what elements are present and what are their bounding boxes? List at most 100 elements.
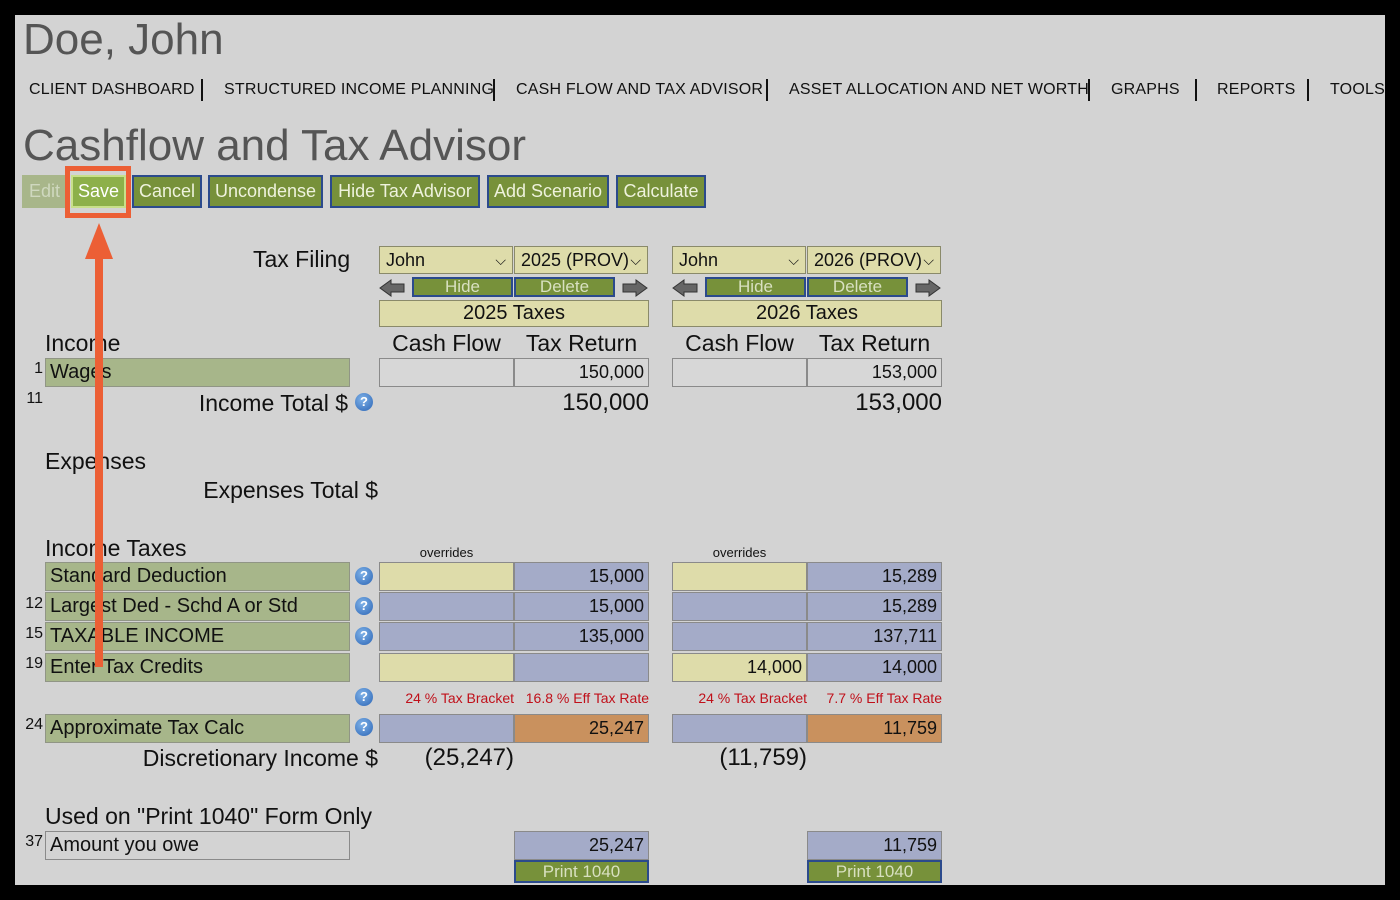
nav-reports[interactable]: REPORTS xyxy=(1217,81,1295,99)
scenario1-delete-button[interactable]: Delete xyxy=(514,277,615,297)
column-tax-return: Tax Return xyxy=(818,330,931,356)
scenario1-income-total: 150,000 xyxy=(562,389,649,416)
nav-divider xyxy=(766,79,768,101)
scenario2-std-ded-override[interactable] xyxy=(672,562,807,591)
scenario2-credits: 14,000 xyxy=(807,653,942,682)
scenario1-discretionary-income: (25,247) xyxy=(424,744,514,771)
scenario1-person-select[interactable]: John ⌵ xyxy=(379,246,513,274)
line-number: 24 xyxy=(25,716,43,733)
help-icon[interactable]: ? xyxy=(355,567,373,585)
help-icon[interactable]: ? xyxy=(355,688,373,706)
scenario2-std-ded: 15,289 xyxy=(807,562,942,591)
scenario1-largest-ded: 15,000 xyxy=(514,592,649,621)
nav-graphs[interactable]: GRAPHS xyxy=(1111,81,1180,99)
tax-filing-label: Tax Filing xyxy=(253,246,351,272)
scenario1-amount-owe: 25,247 xyxy=(514,831,649,860)
scenario2-credits-cashflow[interactable]: 14,000 xyxy=(672,653,807,682)
line-number: 12 xyxy=(25,595,43,612)
scenario1-approx-tax-cashflow xyxy=(379,714,514,743)
nav-divider xyxy=(201,79,203,101)
nav-client-dashboard[interactable]: CLIENT DASHBOARD xyxy=(29,81,195,99)
nav-divider xyxy=(1195,79,1197,101)
line-number: 19 xyxy=(25,655,43,672)
scenario1-next-arrow-icon[interactable] xyxy=(622,278,648,298)
chevron-down-icon: ⌵ xyxy=(923,252,934,268)
scenario2-person-select[interactable]: John ⌵ xyxy=(672,246,806,274)
nav-divider xyxy=(1088,79,1090,101)
scenario1-wages-cashflow[interactable] xyxy=(379,358,514,387)
discretionary-income-label: Discretionary Income $ xyxy=(142,745,378,771)
scenario2-wages-taxreturn[interactable]: 153,000 xyxy=(807,358,942,387)
help-icon[interactable]: ? xyxy=(355,627,373,645)
scenario2-approx-tax-cashflow xyxy=(672,714,807,743)
scenario1-taxes-header: 2025 Taxes xyxy=(379,300,649,327)
scenario1-taxable-override xyxy=(379,622,514,651)
main-nav: CLIENT DASHBOARD STRUCTURED INCOME PLANN… xyxy=(15,79,1385,105)
chevron-down-icon: ⌵ xyxy=(495,252,506,268)
section-print-form: Used on "Print 1040" Form Only xyxy=(45,803,372,829)
nav-structured-income-planning[interactable]: STRUCTURED INCOME PLANNING xyxy=(224,81,494,99)
scenario2-income-total: 153,000 xyxy=(855,389,942,416)
column-cash-flow: Cash Flow xyxy=(685,330,794,356)
scenario2-taxable-override xyxy=(672,622,807,651)
client-name: Doe, John xyxy=(23,15,224,64)
scenario2-amount-owe: 11,759 xyxy=(807,831,942,860)
scenario1-std-ded: 15,000 xyxy=(514,562,649,591)
scenario1-tax-bracket: 24 % Tax Bracket xyxy=(405,690,514,706)
scenario2-delete-button[interactable]: Delete xyxy=(807,277,908,297)
help-icon[interactable]: ? xyxy=(355,597,373,615)
add-scenario-button[interactable]: Add Scenario xyxy=(487,175,609,208)
line-number: 37 xyxy=(25,833,43,850)
scenario1-approx-tax: 25,247 xyxy=(514,714,649,743)
calculate-button[interactable]: Calculate xyxy=(616,175,706,208)
scenario2-largest-ded-override xyxy=(672,592,807,621)
scenario2-eff-tax-rate: 7.7 % Eff Tax Rate xyxy=(826,690,942,706)
scenario2-wages-cashflow[interactable] xyxy=(672,358,807,387)
scenario1-print-1040-button[interactable]: Print 1040 xyxy=(514,860,649,883)
scenario1-credits xyxy=(514,653,649,682)
scenario1-wages-taxreturn[interactable]: 150,000 xyxy=(514,358,649,387)
scenario1-overrides-label: overrides xyxy=(419,545,474,560)
scenario1-largest-ded-override xyxy=(379,592,514,621)
scenario2-print-1040-button[interactable]: Print 1040 xyxy=(807,860,942,883)
scenario2-discretionary-income: (11,759) xyxy=(719,744,807,771)
scenario1-std-ded-override[interactable] xyxy=(379,562,514,591)
line-number: 15 xyxy=(25,625,43,642)
scenario2-hide-button[interactable]: Hide xyxy=(705,277,806,297)
chevron-down-icon: ⌵ xyxy=(788,252,799,268)
uncondense-button[interactable]: Uncondense xyxy=(208,175,323,208)
scenario2-year-select[interactable]: 2026 (PROV) ⌵ xyxy=(807,246,941,274)
scenario1-year-select[interactable]: 2025 (PROV) ⌵ xyxy=(514,246,648,274)
nav-asset-allocation[interactable]: ASSET ALLOCATION AND NET WORTH xyxy=(789,81,1089,99)
income-total-label: Income Total $ xyxy=(198,390,348,416)
scenario1-credits-cashflow[interactable] xyxy=(379,653,514,682)
nav-divider xyxy=(1307,79,1309,101)
row-label-amount-owe: Amount you owe xyxy=(45,831,350,860)
row-label-approx-tax: Approximate Tax Calc xyxy=(45,714,350,743)
edit-button[interactable]: Edit xyxy=(22,175,67,208)
app-window: Doe, John CLIENT DASHBOARD STRUCTURED IN… xyxy=(15,15,1385,885)
nav-tools[interactable]: TOOLS xyxy=(1330,81,1385,99)
scenario1-prev-arrow-icon[interactable] xyxy=(379,278,405,298)
scenario2-next-arrow-icon[interactable] xyxy=(915,278,941,298)
save-highlight-box xyxy=(65,166,131,218)
scenario2-approx-tax: 11,759 xyxy=(807,714,942,743)
column-cash-flow: Cash Flow xyxy=(392,330,501,356)
scenario1-taxable-income: 135,000 xyxy=(514,622,649,651)
help-icon[interactable]: ? xyxy=(355,393,373,411)
scenario2-taxable-income: 137,711 xyxy=(807,622,942,651)
cancel-button[interactable]: Cancel xyxy=(132,175,202,208)
scenario2-largest-ded: 15,289 xyxy=(807,592,942,621)
scenario1-hide-button[interactable]: Hide xyxy=(412,277,513,297)
section-income-taxes: Income Taxes xyxy=(45,535,187,561)
nav-divider xyxy=(493,79,495,101)
scenario2-overrides-label: overrides xyxy=(712,545,767,560)
nav-cash-flow-tax-advisor[interactable]: CASH FLOW AND TAX ADVISOR xyxy=(516,81,763,99)
scenario2-tax-bracket: 24 % Tax Bracket xyxy=(698,690,807,706)
hide-tax-advisor-button[interactable]: Hide Tax Advisor xyxy=(330,175,480,208)
annotation-arrow-icon xyxy=(85,223,113,667)
scenario2-prev-arrow-icon[interactable] xyxy=(672,278,698,298)
line-number: 11 xyxy=(26,390,43,407)
help-icon[interactable]: ? xyxy=(355,718,373,736)
page-title: Cashflow and Tax Advisor xyxy=(23,121,527,170)
